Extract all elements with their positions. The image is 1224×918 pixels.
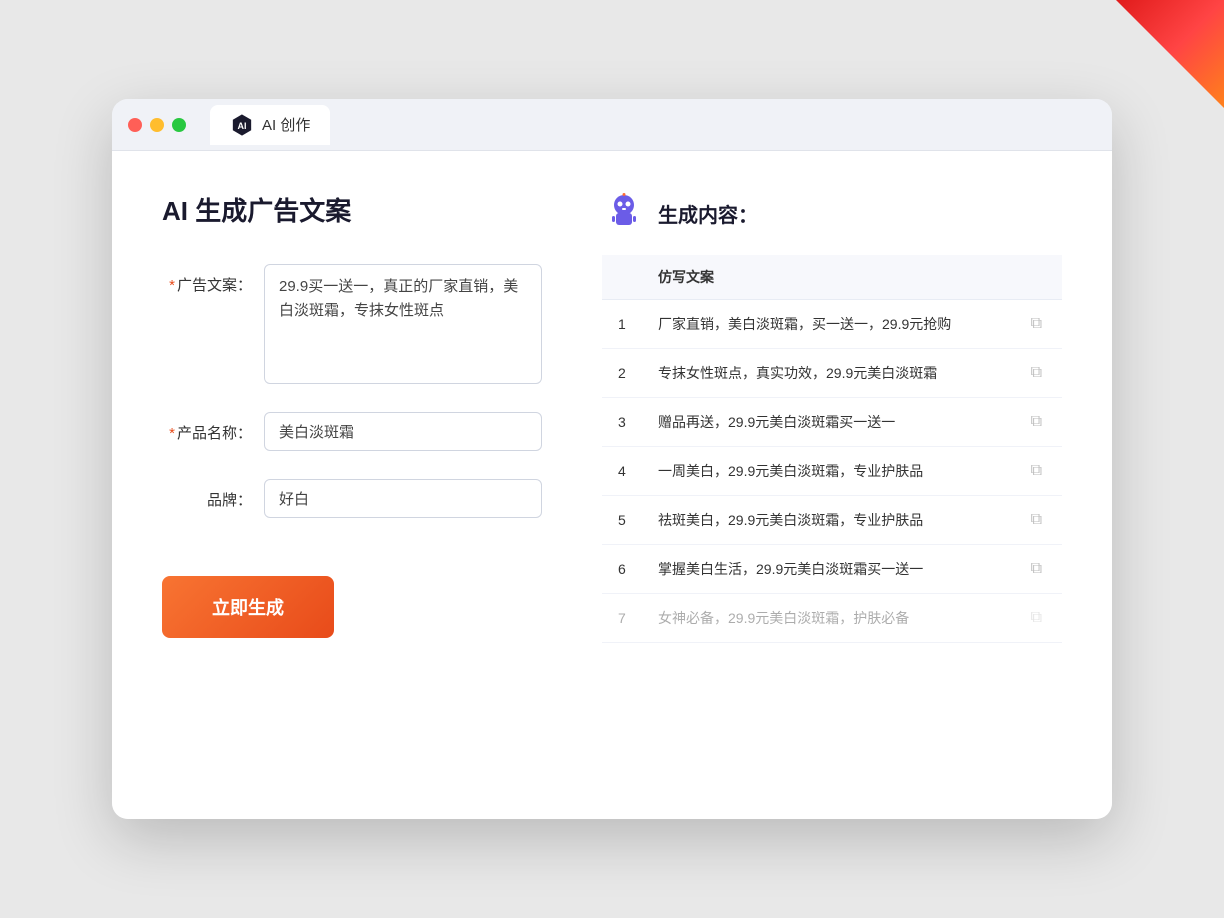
table-row: 1厂家直销，美白淡斑霜，买一送一，29.9元抢购 ⧉ — [602, 300, 1062, 349]
row-text: 专抹女性斑点，真实功效，29.9元美白淡斑霜 — [642, 349, 1011, 398]
svg-text:AI: AI — [238, 121, 247, 131]
row-number: 3 — [602, 398, 642, 447]
product-name-required: * — [169, 425, 175, 442]
generate-button[interactable]: 立即生成 — [162, 576, 334, 638]
brand-input[interactable]: 好白 — [264, 479, 542, 518]
ad-copy-group: *广告文案： 29.9买一送一，真正的厂家直销，美白淡斑霜，专抹女性斑点 — [162, 264, 542, 384]
ad-copy-label: *广告文案： — [162, 264, 252, 295]
copy-icon[interactable]: ⧉ — [1027, 458, 1046, 483]
page-title: AI 生成广告文案 — [162, 191, 542, 228]
row-text: 祛斑美白，29.9元美白淡斑霜，专业护肤品 — [642, 496, 1011, 545]
copy-button[interactable]: ⧉ — [1011, 398, 1062, 447]
copy-button[interactable]: ⧉ — [1011, 447, 1062, 496]
result-header: 生成内容： — [602, 191, 1062, 235]
col-num-header — [602, 255, 642, 300]
copy-button[interactable]: ⧉ — [1011, 349, 1062, 398]
ad-copy-required: * — [169, 277, 175, 294]
left-panel: AI 生成广告文案 *广告文案： 29.9买一送一，真正的厂家直销，美白淡斑霜，… — [162, 191, 542, 779]
copy-icon[interactable]: ⧉ — [1027, 360, 1046, 385]
copy-icon[interactable]: ⧉ — [1027, 311, 1046, 336]
ad-copy-input[interactable]: 29.9买一送一，真正的厂家直销，美白淡斑霜，专抹女性斑点 — [264, 264, 542, 384]
robot-icon — [602, 191, 646, 235]
maximize-button[interactable] — [172, 118, 186, 132]
ai-icon: AI — [230, 113, 254, 137]
row-number: 5 — [602, 496, 642, 545]
brand-group: 品牌： 好白 — [162, 479, 542, 518]
row-text: 厂家直销，美白淡斑霜，买一送一，29.9元抢购 — [642, 300, 1011, 349]
table-row: 7女神必备，29.9元美白淡斑霜，护肤必备 ⧉ — [602, 594, 1062, 643]
browser-tab[interactable]: AI AI 创作 — [210, 105, 330, 145]
copy-button[interactable]: ⧉ — [1011, 496, 1062, 545]
table-row: 2专抹女性斑点，真实功效，29.9元美白淡斑霜 ⧉ — [602, 349, 1062, 398]
browser-window: AI AI 创作 AI 生成广告文案 *广告文案： 29.9买一送一，真正的厂家… — [112, 99, 1112, 819]
copy-button[interactable]: ⧉ — [1011, 545, 1062, 594]
brand-label: 品牌： — [162, 479, 252, 510]
table-row: 4一周美白，29.9元美白淡斑霜，专业护肤品 ⧉ — [602, 447, 1062, 496]
copy-icon[interactable]: ⧉ — [1027, 409, 1046, 434]
product-name-group: *产品名称： 美白淡斑霜 — [162, 412, 542, 451]
row-number: 1 — [602, 300, 642, 349]
product-name-input[interactable]: 美白淡斑霜 — [264, 412, 542, 451]
copy-icon[interactable]: ⧉ — [1027, 605, 1046, 630]
col-copy-header — [1011, 255, 1062, 300]
result-table: 仿写文案 1厂家直销，美白淡斑霜，买一送一，29.9元抢购⧉2专抹女性斑点，真实… — [602, 255, 1062, 643]
col-text-header: 仿写文案 — [642, 255, 1011, 300]
minimize-button[interactable] — [150, 118, 164, 132]
table-row: 5祛斑美白，29.9元美白淡斑霜，专业护肤品 ⧉ — [602, 496, 1062, 545]
row-number: 2 — [602, 349, 642, 398]
copy-button[interactable]: ⧉ — [1011, 594, 1062, 643]
result-title: 生成内容： — [658, 199, 758, 228]
row-number: 7 — [602, 594, 642, 643]
copy-icon[interactable]: ⧉ — [1027, 507, 1046, 532]
row-text: 赠品再送，29.9元美白淡斑霜买一送一 — [642, 398, 1011, 447]
close-button[interactable] — [128, 118, 142, 132]
row-number: 6 — [602, 545, 642, 594]
copy-icon[interactable]: ⧉ — [1027, 556, 1046, 581]
row-text: 掌握美白生活，29.9元美白淡斑霜买一送一 — [642, 545, 1011, 594]
browser-content: AI 生成广告文案 *广告文案： 29.9买一送一，真正的厂家直销，美白淡斑霜，… — [112, 151, 1112, 819]
copy-button[interactable]: ⧉ — [1011, 300, 1062, 349]
browser-titlebar: AI AI 创作 — [112, 99, 1112, 151]
table-row: 6掌握美白生活，29.9元美白淡斑霜买一送一 ⧉ — [602, 545, 1062, 594]
table-row: 3赠品再送，29.9元美白淡斑霜买一送一 ⧉ — [602, 398, 1062, 447]
right-panel: 生成内容： 仿写文案 1厂家直销，美白淡斑霜，买一送一，29.9元抢购⧉2专抹女… — [602, 191, 1062, 779]
traffic-lights — [128, 118, 186, 132]
tab-title: AI 创作 — [262, 114, 310, 135]
product-name-label: *产品名称： — [162, 412, 252, 443]
row-text: 一周美白，29.9元美白淡斑霜，专业护肤品 — [642, 447, 1011, 496]
row-text: 女神必备，29.9元美白淡斑霜，护肤必备 — [642, 594, 1011, 643]
row-number: 4 — [602, 447, 642, 496]
